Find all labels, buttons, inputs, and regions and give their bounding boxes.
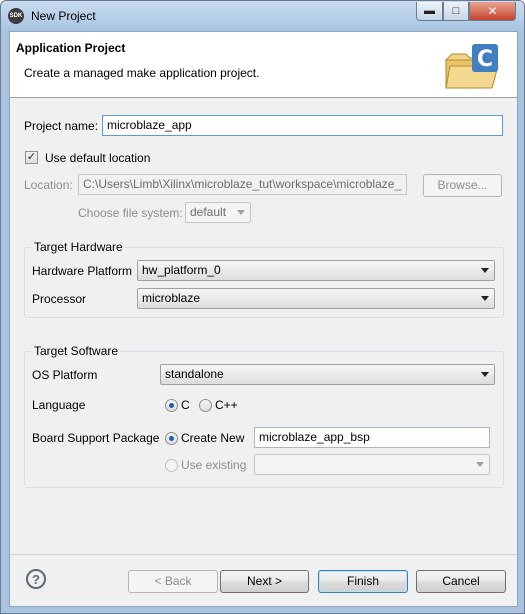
use-default-location-checkbox[interactable]: ✓: [25, 151, 38, 164]
next-button[interactable]: Next >: [220, 570, 309, 593]
chevron-down-icon: [481, 296, 489, 301]
minimize-icon: ▬: [424, 5, 435, 17]
help-icon[interactable]: ?: [26, 569, 46, 589]
bsp-create-new-label: Create New: [181, 431, 245, 445]
processor-select[interactable]: microblaze: [137, 288, 495, 309]
header-graphic-letter: C: [477, 47, 493, 72]
chevron-down-icon: [476, 462, 484, 467]
close-button[interactable]: ✕: [469, 2, 516, 21]
hardware-platform-value: hw_platform_0: [142, 263, 221, 277]
language-c-radio[interactable]: [165, 399, 178, 412]
footer-separator: [10, 554, 517, 555]
use-default-location-label: Use default location: [45, 151, 151, 165]
processor-label: Processor: [32, 292, 87, 306]
language-cpp-label: C++: [215, 398, 238, 412]
finish-button[interactable]: Finish: [318, 570, 408, 593]
project-name-label: Project name:: [24, 119, 99, 133]
project-name-input[interactable]: microblaze_app: [102, 115, 503, 136]
maximize-button[interactable]: □: [443, 2, 469, 21]
dialog-client-area: Application Project Create a managed mak…: [9, 31, 518, 607]
page-description: Create a managed make application projec…: [24, 66, 260, 80]
browse-button[interactable]: Browse...: [423, 174, 502, 197]
target-software-title: Target Software: [32, 344, 121, 358]
cancel-button[interactable]: Cancel: [416, 570, 506, 593]
language-c-label: C: [181, 398, 190, 412]
language-cpp-radio[interactable]: [199, 399, 212, 412]
maximize-icon: □: [452, 5, 460, 17]
title-bar[interactable]: SDK New Project ▬ □ ✕: [1, 1, 524, 31]
back-button[interactable]: < Back: [128, 570, 218, 593]
hardware-platform-label: Hardware Platform: [32, 264, 133, 278]
location-input[interactable]: C:\Users\Limb\Xilinx\microblaze_tut\work…: [78, 174, 407, 195]
target-hardware-title: Target Hardware: [32, 240, 125, 254]
hardware-platform-select[interactable]: hw_platform_0: [137, 260, 495, 281]
sdk-app-icon: SDK: [8, 8, 24, 24]
os-platform-label: OS Platform: [32, 368, 98, 382]
chevron-down-icon: [237, 210, 245, 215]
bsp-create-new-radio[interactable]: [165, 432, 178, 445]
processor-value: microblaze: [142, 291, 201, 305]
bsp-existing-select[interactable]: [254, 454, 490, 475]
file-system-select[interactable]: default: [185, 202, 251, 223]
bsp-use-existing-label: Use existing: [181, 458, 247, 472]
minimize-button[interactable]: ▬: [416, 2, 443, 21]
bsp-use-existing-radio[interactable]: [165, 459, 178, 472]
os-platform-select[interactable]: standalone: [160, 364, 495, 385]
chevron-down-icon: [481, 372, 489, 377]
location-label: Location:: [24, 178, 73, 192]
window-title: New Project: [31, 9, 96, 23]
os-platform-value: standalone: [165, 367, 224, 381]
new-project-window: SDK New Project ▬ □ ✕ Application Projec…: [0, 0, 525, 614]
page-title: Application Project: [16, 41, 126, 55]
wizard-header: Application Project Create a managed mak…: [10, 32, 517, 98]
c-project-folder-icon: C: [444, 44, 499, 89]
bsp-label: Board Support Package: [32, 431, 160, 445]
language-label: Language: [32, 398, 86, 412]
chevron-down-icon: [481, 268, 489, 273]
file-system-value: default: [190, 205, 227, 219]
bsp-name-input[interactable]: microblaze_app_bsp: [254, 427, 490, 448]
file-system-label: Choose file system:: [78, 206, 183, 220]
close-icon: ✕: [487, 4, 498, 18]
